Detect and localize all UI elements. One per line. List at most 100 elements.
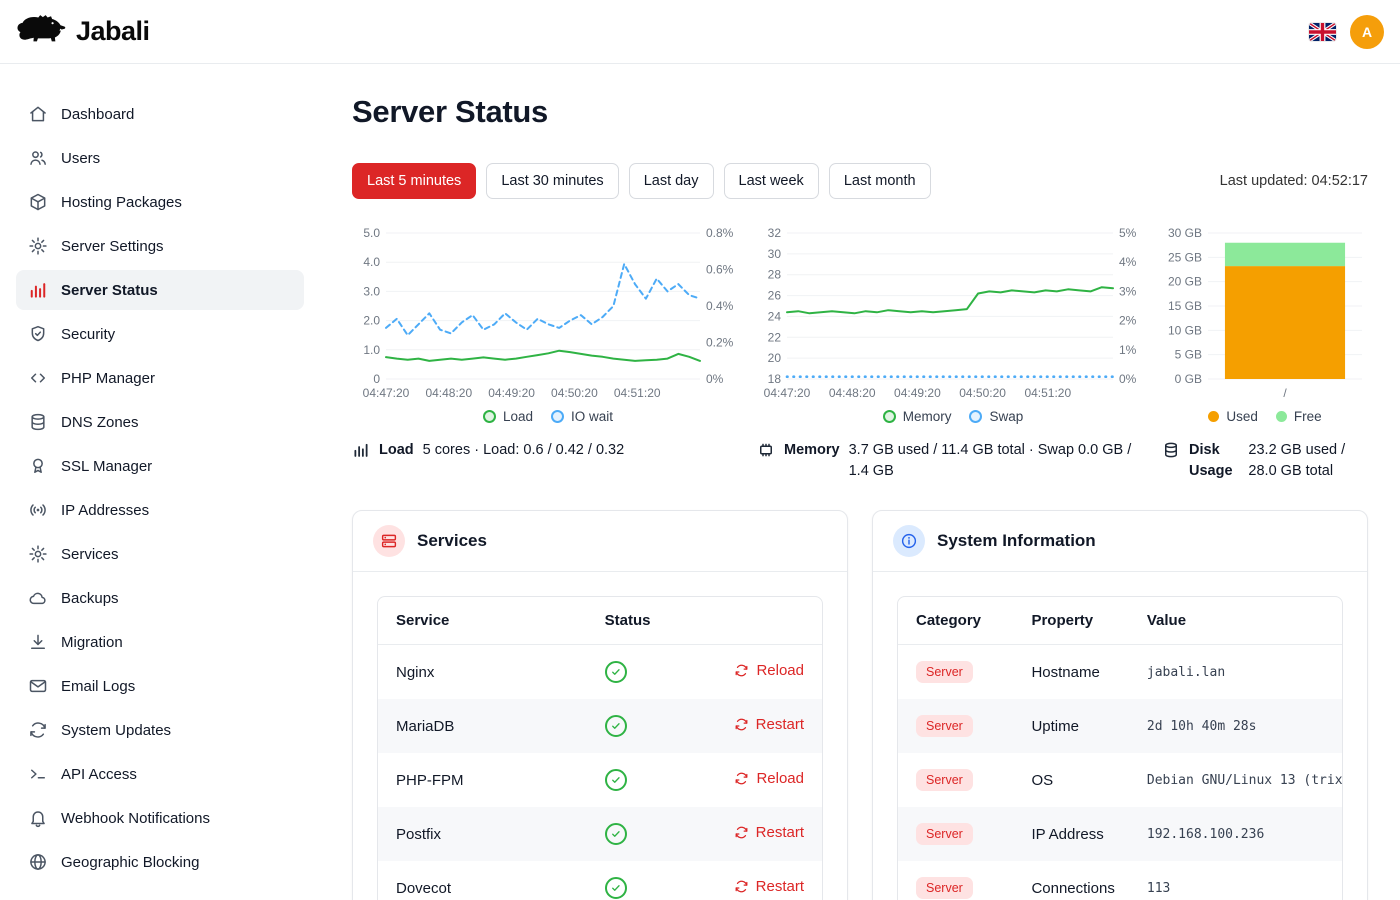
sidebar-item-label: Server Status — [61, 282, 158, 299]
info-icon — [893, 525, 925, 557]
services-table: Service Status NginxReloadMariaDBRestart… — [378, 597, 822, 900]
restart-mariadb-button[interactable]: Restart — [734, 716, 804, 733]
services-card-title: Services — [417, 531, 487, 551]
sidebar-nav: Dashboard Users Hosting Packages Server Set… — [16, 94, 304, 882]
filter-last-month[interactable]: Last month — [829, 163, 931, 199]
terminal-icon — [28, 764, 48, 784]
stat-value: 5 cores · Load: 0.6 / 0.42 / 0.32 — [423, 440, 625, 461]
system-info-card: System Information Category Property Val… — [872, 510, 1368, 900]
sidebar-item-label: System Updates — [61, 722, 171, 739]
service-name: Nginx — [378, 645, 587, 700]
brand[interactable]: Jabali — [14, 12, 150, 51]
sidebar-item-label: Geographic Blocking — [61, 854, 199, 871]
filter-last-5-minutes[interactable]: Last 5 minutes — [352, 163, 476, 199]
property-name: IP Address — [1013, 807, 1128, 861]
svg-text:18: 18 — [768, 372, 782, 386]
svg-text:26: 26 — [768, 289, 782, 303]
sidebar-item-ip-addresses[interactable]: IP Addresses — [16, 490, 304, 530]
svg-text:30: 30 — [768, 247, 782, 261]
sidebar-item-hosting-packages[interactable]: Hosting Packages — [16, 182, 304, 222]
sidebar-item-email-logs[interactable]: Email Logs — [16, 666, 304, 706]
system-info-card-header: System Information — [873, 511, 1367, 572]
property-name: OS — [1013, 753, 1128, 807]
refresh-icon — [28, 720, 48, 740]
property-value: jabali.lan — [1129, 645, 1342, 700]
col-value: Value — [1129, 597, 1342, 645]
services-card: Services Service Status NginxReloadMaria… — [352, 510, 848, 900]
legend-free-marker — [1276, 411, 1287, 422]
sidebar-item-api-access[interactable]: API Access — [16, 754, 304, 794]
sidebar-item-users[interactable]: Users — [16, 138, 304, 178]
sidebar-item-backups[interactable]: Backups — [16, 578, 304, 618]
user-avatar[interactable]: A — [1350, 15, 1384, 49]
property-value: 113 — [1129, 861, 1342, 900]
legend-swap: Swap — [969, 409, 1023, 424]
stat-disk-usage: Disk Usage23.2 GB used / 28.0 GB total — [1162, 440, 1368, 482]
restart-dovecot-button[interactable]: Restart — [734, 878, 804, 895]
sidebar-item-dashboard[interactable]: Dashboard — [16, 94, 304, 134]
sidebar-item-migration[interactable]: Migration — [16, 622, 304, 662]
services-card-header: Services — [353, 511, 847, 572]
uk-flag-icon[interactable] — [1309, 23, 1336, 41]
svg-text:22: 22 — [768, 330, 782, 344]
sidebar-item-server-settings[interactable]: Server Settings — [16, 226, 304, 266]
sidebar-item-dns-zones[interactable]: DNS Zones — [16, 402, 304, 442]
sidebar-item-label: Backups — [61, 590, 119, 607]
svg-text:/: / — [1283, 386, 1287, 400]
filter-last-day[interactable]: Last day — [629, 163, 714, 199]
sidebar-item-ssl-manager[interactable]: SSL Manager — [16, 446, 304, 486]
sidebar-item-label: Hosting Packages — [61, 194, 182, 211]
shield-icon — [28, 324, 48, 344]
cloud-icon — [28, 588, 48, 608]
svg-text:20: 20 — [768, 351, 782, 365]
sidebar-item-server-status[interactable]: Server Status — [16, 270, 304, 310]
svg-text:2.0: 2.0 — [363, 314, 380, 328]
svg-text:24: 24 — [768, 309, 782, 323]
legend-used: Used — [1208, 409, 1258, 424]
database-icon — [1162, 441, 1180, 459]
sidebar-item-security[interactable]: Security — [16, 314, 304, 354]
load-chart-legend: LoadIO wait — [352, 409, 744, 424]
download-icon — [28, 632, 48, 652]
filter-last-30-minutes[interactable]: Last 30 minutes — [486, 163, 618, 199]
status-ok-icon — [605, 823, 627, 845]
svg-text:04:50:20: 04:50:20 — [551, 386, 598, 400]
svg-text:1%: 1% — [1119, 343, 1137, 357]
service-name: PHP-FPM — [378, 753, 587, 807]
system-info-card-title: System Information — [937, 531, 1096, 551]
svg-text:3.0: 3.0 — [363, 284, 380, 298]
svg-text:04:48:20: 04:48:20 — [425, 386, 472, 400]
status-ok-icon — [605, 661, 627, 683]
property-value: 192.168.100.236 — [1129, 807, 1342, 861]
svg-text:04:51:20: 04:51:20 — [614, 386, 661, 400]
server-stack-icon — [373, 525, 405, 557]
sidebar-item-php-manager[interactable]: PHP Manager — [16, 358, 304, 398]
svg-text:2%: 2% — [1119, 314, 1137, 328]
legend-swap-marker — [969, 410, 982, 423]
reload-php-fpm-button[interactable]: Reload — [734, 770, 804, 787]
bar-chart-icon — [352, 441, 370, 459]
refresh-icon — [734, 825, 749, 840]
filter-last-week[interactable]: Last week — [724, 163, 819, 199]
sidebar-item-geographic-blocking[interactable]: Geographic Blocking — [16, 842, 304, 882]
cards-row: Services Service Status NginxReloadMaria… — [352, 510, 1368, 900]
sidebar-item-system-updates[interactable]: System Updates — [16, 710, 304, 750]
restart-postfix-button[interactable]: Restart — [734, 824, 804, 841]
property-value: Debian GNU/Linux 13 (trixie) — [1129, 753, 1342, 807]
system-row-os: ServerOSDebian GNU/Linux 13 (trixie) — [898, 753, 1342, 807]
stat-label: Load — [379, 440, 414, 461]
svg-text:04:50:20: 04:50:20 — [959, 386, 1006, 400]
last-updated: Last updated: 04:52:17 — [1220, 173, 1368, 189]
legend-memory: Memory — [883, 409, 952, 424]
sidebar-item-services[interactable]: Services — [16, 534, 304, 574]
chart-memory: 32302826242220185%4%3%2%1%0%04:47:2004:4… — [757, 225, 1149, 405]
load-chart-block: 5.04.03.02.01.000.8%0.6%0.4%0.2%0%04:47:… — [352, 225, 744, 482]
bar-chart-icon — [28, 280, 48, 300]
legend-load-marker — [483, 410, 496, 423]
sidebar-item-label: Users — [61, 150, 100, 167]
reload-nginx-button[interactable]: Reload — [734, 662, 804, 679]
property-value: 2d 10h 40m 28s — [1129, 699, 1342, 753]
svg-text:10 GB: 10 GB — [1168, 323, 1202, 337]
sidebar-item-webhook-notifications[interactable]: Webhook Notifications — [16, 798, 304, 838]
sidebar: Dashboard Users Hosting Packages Server Set… — [0, 64, 320, 900]
